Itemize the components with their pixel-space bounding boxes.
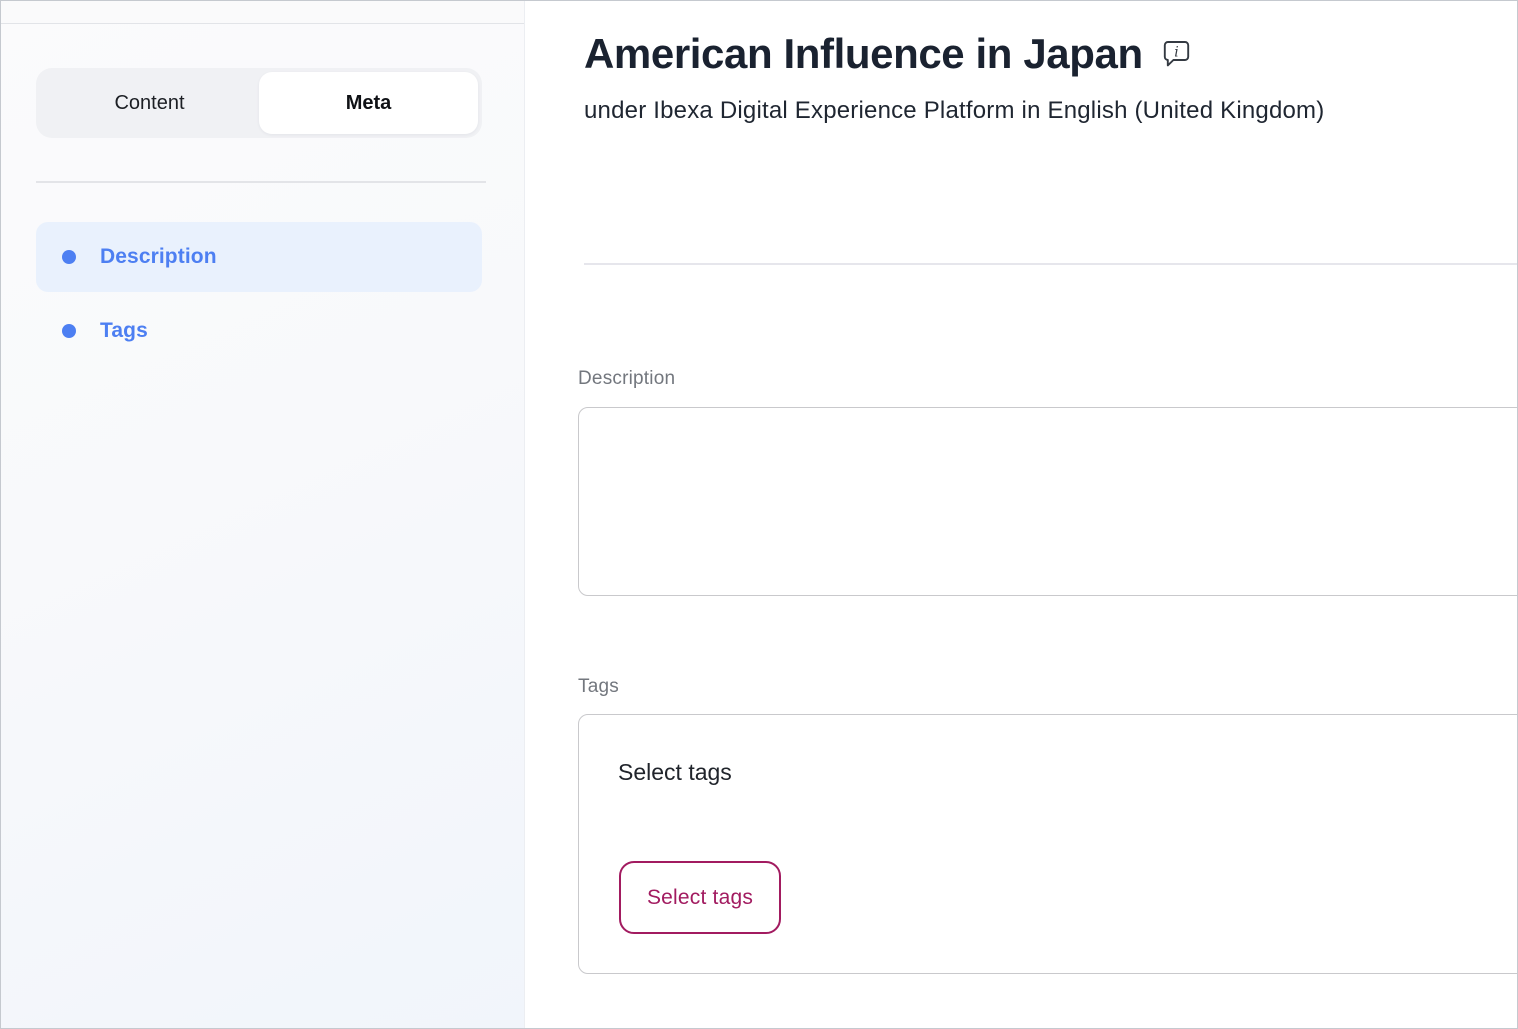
anchor-label: Tags — [100, 319, 148, 343]
page-title: American Influence in Japan — [584, 30, 1143, 78]
tab-meta[interactable]: Meta — [259, 72, 478, 134]
anchor-navigation: Description Tags — [36, 222, 482, 370]
anchor-item-tags[interactable]: Tags — [36, 296, 482, 366]
sidebar-divider — [36, 181, 486, 183]
sidebar: Content Meta Description Tags — [0, 0, 525, 1029]
description-textarea[interactable] — [578, 407, 1518, 596]
title-row: American Influence in Japan i — [584, 30, 1190, 78]
content-meta-tab-switcher: Content Meta — [36, 68, 482, 138]
content-divider — [584, 263, 1518, 265]
dot-icon — [62, 250, 76, 264]
anchor-item-description[interactable]: Description — [36, 222, 482, 292]
sidebar-top-strip — [0, 0, 524, 24]
tags-field-box: Select tags Select tags — [578, 714, 1518, 974]
svg-text:i: i — [1174, 44, 1178, 60]
info-tooltip-icon[interactable]: i — [1163, 40, 1190, 68]
anchor-label: Description — [100, 245, 217, 269]
select-tags-button[interactable]: Select tags — [619, 861, 781, 934]
page-subtitle: under Ibexa Digital Experience Platform … — [584, 97, 1324, 125]
tags-empty-state-label: Select tags — [618, 759, 732, 786]
tab-content[interactable]: Content — [40, 72, 259, 134]
description-field-label: Description — [578, 368, 675, 390]
dot-icon — [62, 324, 76, 338]
main-content: American Influence in Japan i under Ibex… — [526, 0, 1518, 1029]
tags-field-label: Tags — [578, 676, 619, 698]
